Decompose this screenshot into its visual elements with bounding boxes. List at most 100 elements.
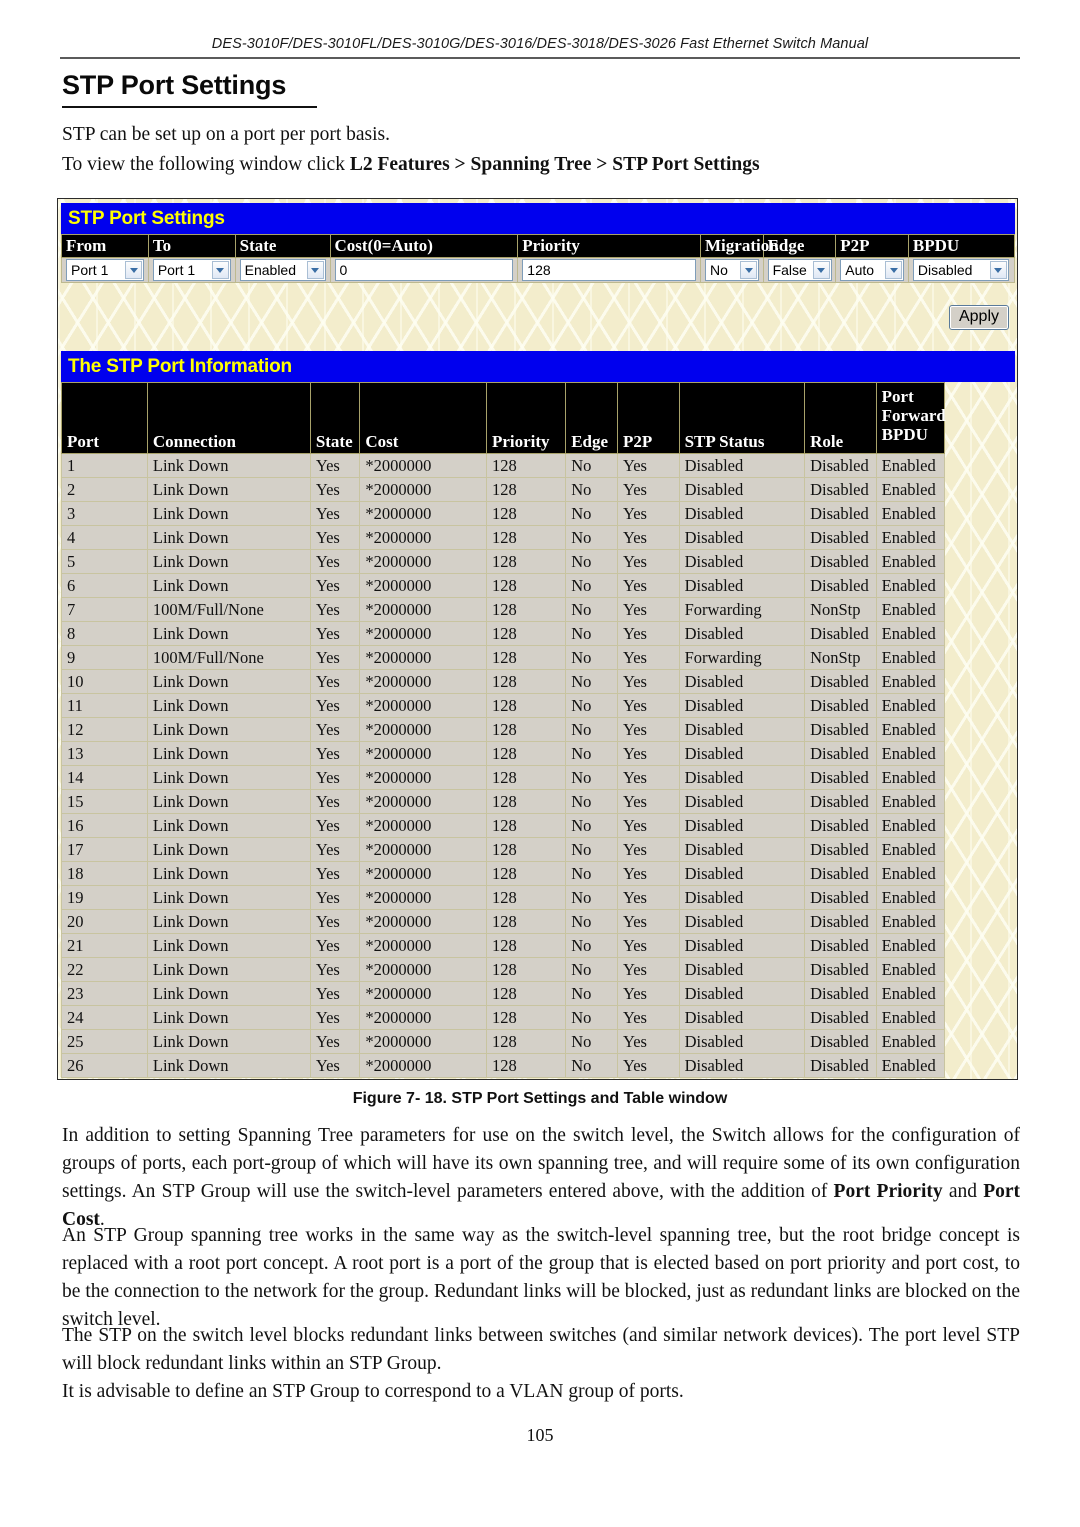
cell-role: Disabled: [804, 525, 877, 550]
cell-edge: No: [565, 693, 618, 718]
cell-connection: Link Down: [146, 789, 311, 814]
chevron-down-icon[interactable]: [306, 261, 324, 279]
state-select[interactable]: Enabled: [239, 259, 326, 281]
cell-priority: 128: [485, 525, 567, 550]
edge-select-value: False: [772, 262, 807, 278]
page-number: 105: [526, 1425, 554, 1445]
table-row: 19 Link Down Yes *2000000 128 No Yes Disabled Di…: [61, 885, 946, 910]
cell-stp-status: Disabled: [678, 837, 806, 862]
cell-port-forward-bpdu: Enabled: [875, 621, 946, 646]
cell-edge: No: [565, 741, 618, 766]
cell-edge: No: [565, 549, 618, 574]
chevron-down-icon[interactable]: [812, 261, 830, 279]
cell-p2p: Yes: [616, 717, 680, 742]
stp-port-information-table-wrap: Port Connection State Cost Priority Edge…: [61, 382, 946, 1078]
chevron-down-icon[interactable]: [125, 261, 142, 279]
cell-p2p: Yes: [616, 477, 680, 502]
cell-edge: No: [565, 909, 618, 934]
cell-stp-status: Disabled: [678, 789, 806, 814]
cell-p2p: Yes: [616, 573, 680, 598]
from-cell: Port 1: [61, 257, 149, 283]
cell-stp-status: Disabled: [678, 813, 806, 838]
cell-stp-status: Disabled: [678, 549, 806, 574]
cell-priority: 128: [485, 693, 567, 718]
cell-priority: 128: [485, 837, 567, 862]
cell-port: 25: [61, 1029, 148, 1054]
p2p-select[interactable]: Auto: [840, 259, 905, 281]
chevron-down-icon[interactable]: [885, 261, 903, 279]
cell-port-forward-bpdu: Enabled: [875, 525, 946, 550]
cell-port-forward-bpdu: Enabled: [875, 669, 946, 694]
table-row: 20 Link Down Yes *2000000 128 No Yes Disabled Di…: [61, 909, 946, 934]
cell-port: 7: [61, 597, 148, 622]
cell-state: Yes: [309, 669, 361, 694]
p2p-cell: Auto: [835, 257, 909, 283]
table-row: 8 Link Down Yes *2000000 128 No Yes Disabled Dis…: [61, 621, 946, 646]
cell-port: 18: [61, 861, 148, 886]
cell-cost: *2000000: [359, 789, 487, 814]
intro-nav-path: L2 Features > Spanning Tree > STP Port S…: [349, 154, 760, 175]
title-underline: [62, 106, 317, 108]
priority-input[interactable]: 128: [522, 259, 696, 281]
cell-role: Disabled: [804, 885, 877, 910]
col-bpdu: BPDU: [907, 234, 1016, 258]
cell-cost: *2000000: [359, 1053, 487, 1078]
cell-connection: Link Down: [146, 933, 311, 958]
table-row: 21 Link Down Yes *2000000 128 No Yes Disabled Di…: [61, 933, 946, 958]
cell-port: 12: [61, 717, 148, 742]
table-row: 6 Link Down Yes *2000000 128 No Yes Disabled Dis…: [61, 573, 946, 598]
cell-cost: *2000000: [359, 549, 487, 574]
migration-select[interactable]: No: [705, 259, 759, 281]
cell-cost: *2000000: [359, 981, 487, 1006]
cell-stp-status: Disabled: [678, 765, 806, 790]
to-select[interactable]: Port 1: [152, 259, 231, 281]
cell-role: Disabled: [804, 1053, 877, 1078]
cell-priority: 128: [485, 981, 567, 1006]
apply-button[interactable]: Apply: [948, 305, 1009, 330]
from-select[interactable]: Port 1: [66, 259, 144, 281]
migration-select-value: No: [710, 262, 728, 278]
col-cost: Cost(0=Auto): [329, 234, 519, 258]
body-paragraph-4: It is advisable to define an STP Group t…: [62, 1381, 684, 1402]
cell-port-forward-bpdu: Enabled: [875, 789, 946, 814]
from-select-value: Port 1: [71, 262, 109, 278]
cell-p2p: Yes: [616, 549, 680, 574]
cell-priority: 128: [485, 813, 567, 838]
cell-cost: *2000000: [359, 453, 487, 478]
cell-role: Disabled: [804, 789, 877, 814]
cell-priority: 128: [485, 717, 567, 742]
cell-stp-status: Disabled: [678, 861, 806, 886]
cell-role: Disabled: [804, 669, 877, 694]
cell-cost: *2000000: [359, 645, 487, 670]
bpdu-select[interactable]: Disabled: [912, 259, 1009, 281]
chevron-down-icon[interactable]: [740, 261, 757, 279]
cell-state: Yes: [309, 813, 361, 838]
cell-p2p: Yes: [616, 933, 680, 958]
edge-select[interactable]: False: [767, 259, 832, 281]
cell-state: Yes: [309, 573, 361, 598]
info-col-priority: Priority: [485, 382, 567, 454]
table-row: 11 Link Down Yes *2000000 128 No Yes Disabled Di…: [61, 693, 946, 718]
cell-port: 24: [61, 1005, 148, 1030]
settings-header-row: From To State Cost(0=Auto) Priority Migr…: [61, 234, 1016, 258]
cell-port: 13: [61, 741, 148, 766]
table-row: 5 Link Down Yes *2000000 128 No Yes Disabled Dis…: [61, 549, 946, 574]
info-col-stp-status: STP Status: [678, 382, 806, 454]
chevron-down-icon[interactable]: [989, 261, 1007, 279]
cell-port: 6: [61, 573, 148, 598]
cell-connection: Link Down: [146, 549, 311, 574]
table-row: 18 Link Down Yes *2000000 128 No Yes Disabled Di…: [61, 861, 946, 886]
cost-input[interactable]: 0: [334, 259, 514, 281]
cell-edge: No: [565, 885, 618, 910]
apply-row: Apply: [61, 299, 1015, 343]
bpdu-cell: Disabled: [907, 257, 1016, 283]
cell-stp-status: Disabled: [678, 453, 806, 478]
cell-priority: 128: [485, 573, 567, 598]
to-cell: Port 1: [147, 257, 236, 283]
chevron-down-icon[interactable]: [211, 261, 229, 279]
cell-role: Disabled: [804, 837, 877, 862]
info-col-role: Role: [804, 382, 877, 454]
cell-cost: *2000000: [359, 669, 487, 694]
cell-state: Yes: [309, 477, 361, 502]
cell-port-forward-bpdu: Enabled: [875, 933, 946, 958]
